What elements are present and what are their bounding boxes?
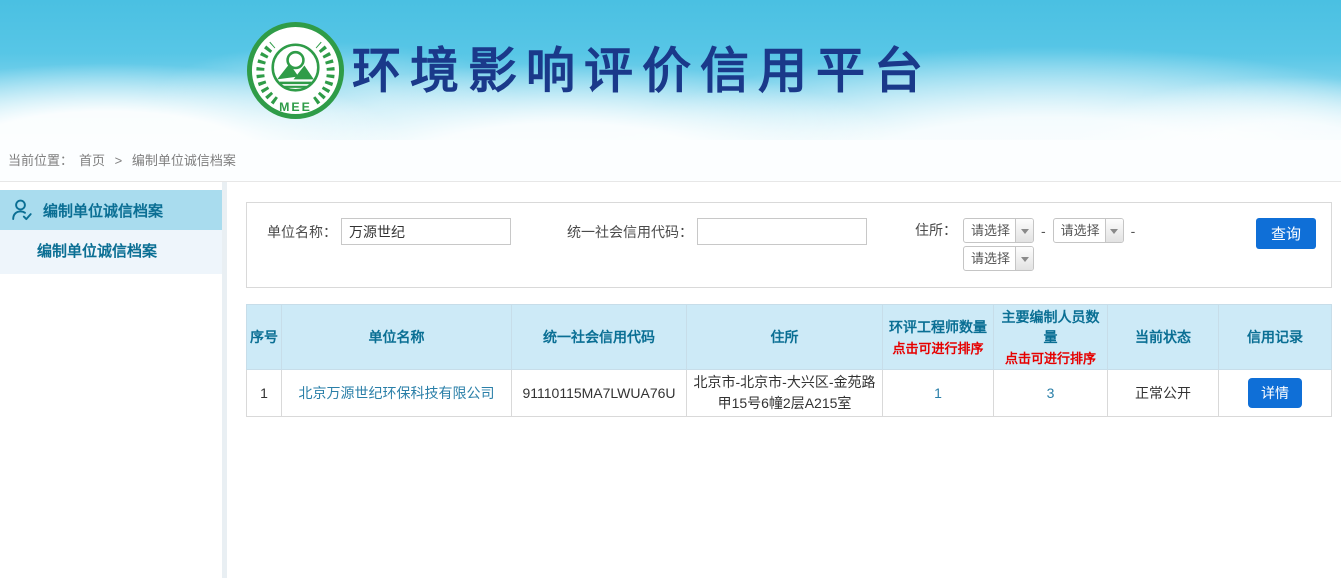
chevron-down-icon[interactable]: [1015, 247, 1033, 270]
user-check-icon: [10, 198, 34, 222]
svg-text:MEE: MEE: [279, 100, 312, 114]
site-header: MEE 环境影响评价信用平台: [0, 0, 1341, 140]
col-header-credit-record: 信用记录: [1219, 305, 1332, 370]
cell-seq: 1: [247, 370, 282, 417]
dash-separator: -: [1131, 223, 1136, 239]
credit-code-label: 统一社会信用代码：: [567, 222, 693, 242]
content-area: 单位名称： 统一社会信用代码： 住所： 请选择 -: [227, 182, 1341, 578]
engineer-sort-hint[interactable]: 点击可进行排序: [886, 338, 990, 357]
province-select[interactable]: 请选择: [963, 218, 1034, 243]
col-header-status: 当前状态: [1108, 305, 1219, 370]
col-header-engineer-count-sortable[interactable]: 环评工程师数量 点击可进行排序: [883, 305, 994, 370]
col-header-address: 住所: [687, 305, 883, 370]
address-label: 住所：: [915, 218, 957, 243]
engineer-count-title: 环评工程师数量: [889, 319, 987, 335]
query-button[interactable]: 查询: [1256, 218, 1316, 249]
address-selects: 请选择 - 请选择 - 请选择: [963, 218, 1142, 271]
detail-button[interactable]: 详情: [1248, 378, 1302, 408]
address-group: 住所： 请选择 - 请选择 -: [915, 218, 1142, 271]
district-select-value: 请选择: [964, 247, 1015, 270]
staff-count-title: 主要编制人员数量: [1002, 309, 1100, 345]
sidebar-section-credit-archive[interactable]: 编制单位诚信档案: [0, 190, 222, 230]
staff-count-link[interactable]: 3: [1047, 385, 1055, 401]
sidebar-section-label: 编制单位诚信档案: [43, 200, 163, 221]
province-select-value: 请选择: [964, 219, 1015, 242]
results-table: 序号 单位名称 统一社会信用代码 住所 环评工程师数量 点击可进行排序 主要编制…: [246, 304, 1332, 417]
credit-code-input[interactable]: [697, 218, 867, 245]
company-name-label: 单位名称：: [267, 222, 337, 242]
district-select[interactable]: 请选择: [963, 246, 1034, 271]
credit-code-group: 统一社会信用代码：: [567, 218, 867, 245]
breadcrumb-separator: >: [115, 153, 123, 168]
chevron-down-icon[interactable]: [1105, 219, 1123, 242]
col-header-staff-count-sortable[interactable]: 主要编制人员数量 点击可进行排序: [994, 305, 1108, 370]
col-header-company-name: 单位名称: [282, 305, 512, 370]
cell-address: 北京市-北京市-大兴区-金苑路甲15号6幢2层A215室: [687, 370, 883, 417]
breadcrumb-home-link[interactable]: 首页: [79, 153, 105, 168]
company-name-input[interactable]: [341, 218, 511, 245]
engineer-count-link[interactable]: 1: [934, 385, 942, 401]
cell-credit-code: 91110115MA7LWUA76U: [512, 370, 687, 417]
city-select-value: 请选择: [1054, 219, 1105, 242]
table-row: 1 北京万源世纪环保科技有限公司 91110115MA7LWUA76U 北京市-…: [247, 370, 1332, 417]
col-header-credit-code: 统一社会信用代码: [512, 305, 687, 370]
company-name-link[interactable]: 北京万源世纪环保科技有限公司: [299, 385, 495, 401]
breadcrumb-prefix: 当前位置：: [8, 153, 73, 168]
mee-logo-icon: MEE: [246, 21, 345, 120]
company-name-group: 单位名称：: [267, 218, 511, 245]
col-header-seq: 序号: [247, 305, 282, 370]
sidebar-item-credit-archive[interactable]: 编制单位诚信档案: [0, 230, 222, 274]
dash-separator: -: [1041, 223, 1046, 239]
breadcrumb: 当前位置： 首页 > 编制单位诚信档案: [0, 140, 1341, 182]
page-title: 环境影响评价信用平台: [352, 32, 932, 103]
chevron-down-icon[interactable]: [1015, 219, 1033, 242]
cell-status: 正常公开: [1108, 370, 1219, 417]
city-select[interactable]: 请选择: [1053, 218, 1124, 243]
staff-sort-hint[interactable]: 点击可进行排序: [997, 348, 1104, 367]
sidebar: 编制单位诚信档案 编制单位诚信档案: [0, 182, 227, 578]
breadcrumb-current: 编制单位诚信档案: [132, 153, 236, 168]
search-form: 单位名称： 统一社会信用代码： 住所： 请选择 -: [246, 202, 1332, 288]
table-header-row: 序号 单位名称 统一社会信用代码 住所 环评工程师数量 点击可进行排序 主要编制…: [247, 305, 1332, 370]
main-area: 编制单位诚信档案 编制单位诚信档案 单位名称： 统一社会信用代码： 住所： 请选…: [0, 182, 1341, 578]
